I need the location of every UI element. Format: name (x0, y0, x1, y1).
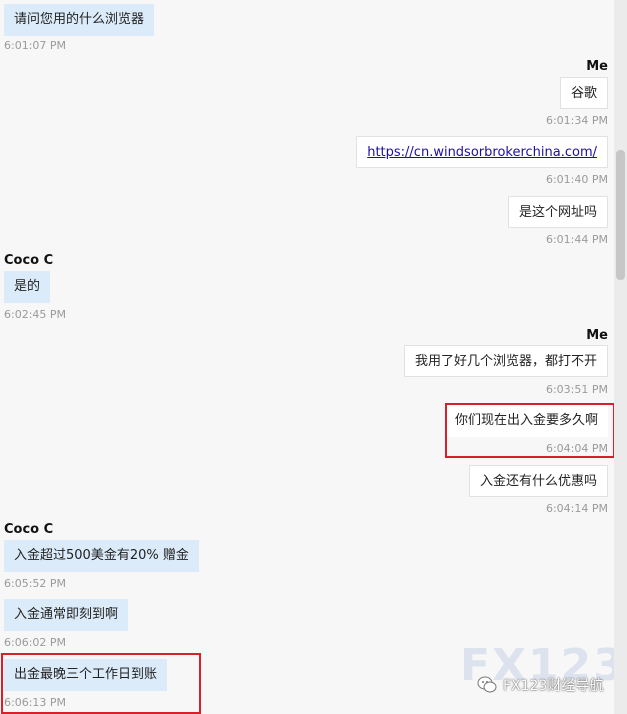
outgoing-message: 入金还有什么优惠吗 (468, 465, 608, 497)
outgoing-message: 我用了好几个浏览器，都打不开 (403, 345, 608, 377)
message-time: 6:01:07 PM (4, 39, 67, 52)
message-time: 6:04:14 PM (545, 502, 608, 515)
outgoing-message: 谷歌 (559, 77, 608, 109)
message-time: 6:03:51 PM (545, 383, 608, 396)
incoming-message: 入金超过500美金有20% 赠金 (4, 540, 199, 572)
outgoing-message: 是这个网址吗 (507, 196, 608, 228)
message-time: 6:06:02 PM (4, 636, 67, 649)
message-time: 6:04:04 PM (545, 442, 608, 455)
sender-name: Coco C (4, 253, 54, 268)
incoming-message: 入金通常即刻到啊 (4, 599, 129, 631)
outgoing-message: https://cn.windsorbrokerchina.com/ (356, 136, 608, 168)
sender-name: Coco C (4, 522, 54, 537)
incoming-message: 是的 (4, 271, 51, 303)
message-link[interactable]: https://cn.windsorbrokerchina.com/ (367, 145, 597, 160)
incoming-message: 请问您用的什么浏览器 (4, 4, 155, 36)
scrollbar-thumb[interactable] (616, 150, 625, 280)
sender-name: Me (586, 59, 608, 74)
vertical-scrollbar[interactable] (614, 0, 627, 714)
message-time: 6:01:44 PM (545, 233, 608, 246)
message-time: 6:01:34 PM (545, 114, 608, 127)
watermark-caption: FX123财经导航 (503, 678, 604, 694)
message-time: 6:06:13 PM (4, 696, 67, 709)
message-time: 6:01:40 PM (545, 173, 608, 186)
message-time: 6:05:52 PM (4, 577, 67, 590)
chat-transcript: 请问您用的什么浏览器 6:01:07 PM Me 谷歌 6:01:34 PM h… (0, 0, 624, 714)
sender-name: Me (586, 328, 608, 343)
outgoing-message: 你们现在出入金要多久啊 (444, 405, 608, 437)
message-time: 6:02:45 PM (4, 308, 67, 321)
wechat-icon (477, 676, 497, 693)
incoming-message: 出金最晚三个工作日到账 (4, 659, 168, 691)
